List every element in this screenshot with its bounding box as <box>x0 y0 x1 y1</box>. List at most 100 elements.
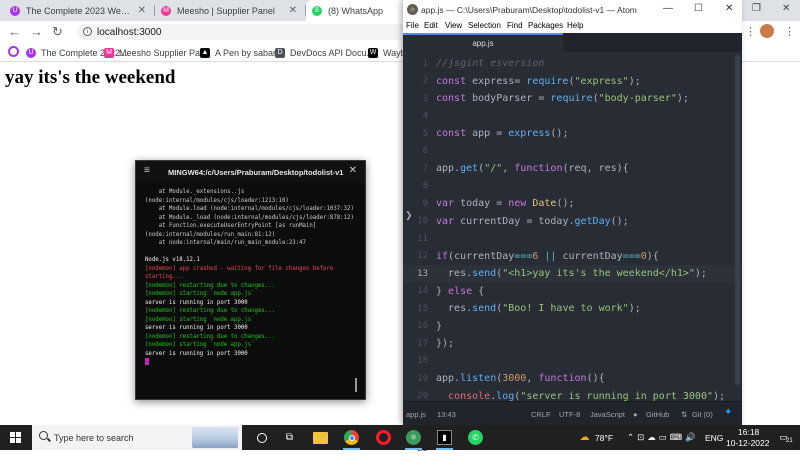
chrome-menu-icon[interactable]: ⋮ <box>784 25 795 39</box>
bookmark-item[interactable]: ▲ A Pen by sabari <box>200 45 278 60</box>
status-git[interactable]: Git (0) <box>692 410 713 419</box>
menu-selection[interactable]: Selection <box>468 21 501 30</box>
git-bash-icon[interactable]: ▮ <box>437 430 452 445</box>
terminal-line: [nodemon] starting `node app.js` <box>145 316 255 323</box>
code-line[interactable]: 10 var currentDay = today.getDay(); <box>403 213 742 231</box>
weather-icon[interactable]: ☁ <box>577 430 592 445</box>
close-tab-icon[interactable]: ✕ <box>138 5 146 16</box>
terminal-line: at Function.executeUserEntryPoint [as ru… <box>145 223 320 238</box>
code-line[interactable]: 6 <box>403 143 742 161</box>
menu-packages[interactable]: Packages <box>528 21 563 30</box>
code-line[interactable]: 17}); <box>403 335 742 353</box>
close-window-icon[interactable]: ✕ <box>782 3 790 14</box>
browser-tab[interactable]: U The Complete 2023 Web Develop ✕ <box>4 0 152 21</box>
code-editor[interactable]: 1 //jsgint esversion 2 const express= requi… <box>403 52 742 454</box>
close-tab-icon[interactable]: ✕ <box>289 5 297 16</box>
code-line[interactable]: 3 const bodyParser = require("body-parser… <box>403 90 742 108</box>
bookmark-item[interactable]: M Meesho Supplier Pa... <box>104 45 208 60</box>
git-icon[interactable]: ⇅ <box>681 410 687 419</box>
git-bash-terminal-window[interactable]: ≡ MINGW64:/c/Users/Praburam/Desktop/todo… <box>135 160 366 400</box>
code-token: new <box>508 198 533 210</box>
code-line[interactable]: 19 app.listen(3000, function(){ <box>403 370 742 388</box>
code-line[interactable]: 1 //jsgint esversion <box>403 55 742 73</box>
file-explorer-icon[interactable] <box>313 432 328 444</box>
language-indicator[interactable]: ENG <box>705 433 723 443</box>
opera-icon[interactable] <box>376 430 391 445</box>
maximize-icon[interactable]: ☐ <box>694 3 703 14</box>
site-info-icon[interactable]: i <box>83 27 92 36</box>
terminal-line: Node.js v18.12.1 <box>145 257 200 263</box>
chrome-icon[interactable] <box>344 430 359 445</box>
cortana-icon[interactable] <box>254 430 269 445</box>
menu-edit[interactable]: Edit <box>424 21 438 30</box>
hamburger-menu-icon[interactable]: ≡ <box>144 165 150 176</box>
code-line[interactable]: 18 <box>403 353 742 371</box>
status-file[interactable]: app.js <box>406 410 426 419</box>
code-token: (); <box>556 198 575 210</box>
line-number: 20 <box>417 391 428 402</box>
code-line[interactable]: 11 <box>403 230 742 248</box>
restore-window-icon[interactable]: ❐ <box>752 3 761 14</box>
profile-avatar[interactable] <box>760 24 774 38</box>
code-line[interactable]: 5 const app = express(); <box>403 125 742 143</box>
code-line[interactable]: 13 res.send("<h1>yay its's the weekend</… <box>403 265 742 283</box>
url-text: localhost:3000 <box>97 26 162 38</box>
menu-find[interactable]: Find <box>507 21 523 30</box>
code-line[interactable]: 15 res.send("Boo! I have to work"); <box>403 300 742 318</box>
atom-titlebar[interactable]: ⚛ app.js — C:\Users\Praburam\Desktop\tod… <box>403 0 742 19</box>
code-line[interactable]: 12 if(currentDay===6 || currentDay===0){ <box>403 248 742 266</box>
browser-tab[interactable]: M Meesho | Supplier Panel ✕ <box>155 0 303 21</box>
github-icon[interactable]: ● <box>633 410 638 419</box>
task-view-icon[interactable]: ⧉ <box>282 430 297 445</box>
tray-icons[interactable]: ⌃⊡☁▭⌨🔊 <box>627 432 699 443</box>
code-token: res. <box>436 303 473 315</box>
code-text: res.send("Boo! I have to work"); <box>436 303 641 314</box>
status-cursor-position[interactable]: 13:43 <box>437 410 456 419</box>
weather-temp[interactable]: 78°F <box>595 433 613 443</box>
apps-icon[interactable] <box>8 46 19 57</box>
code-line[interactable]: 4 <box>403 108 742 126</box>
bookmark-item[interactable]: D DevDocs API Docu... <box>275 45 374 60</box>
code-line[interactable]: 16} <box>403 318 742 336</box>
line-number: 7 <box>422 163 428 174</box>
code-line[interactable]: 14} else { <box>403 283 742 301</box>
status-github[interactable]: GitHub <box>646 410 669 419</box>
bird-icon[interactable]: ✦ <box>724 407 732 418</box>
clock-time[interactable]: 16:18 <box>738 427 759 437</box>
back-arrow-icon[interactable]: ← <box>8 25 21 39</box>
menu-view[interactable]: View <box>445 21 462 30</box>
close-icon[interactable]: ✕ <box>725 3 733 14</box>
menu-help[interactable]: Help <box>567 21 583 30</box>
code-token: ); <box>628 75 641 87</box>
windows-start-icon[interactable] <box>10 432 21 443</box>
editor-tab-app-js[interactable]: app.js <box>403 33 563 52</box>
code-token: } <box>436 320 443 332</box>
udemy-icon: U <box>26 47 36 58</box>
status-encoding[interactable]: UTF-8 <box>559 410 580 419</box>
forward-arrow-icon[interactable]: → <box>30 25 43 39</box>
bookmark-item[interactable]: W Wayb <box>368 45 406 60</box>
terminal-output[interactable]: at Module._extensions..js (node:internal… <box>145 188 359 367</box>
code-line[interactable]: 2 const express= require("express"); <box>403 73 742 91</box>
close-icon[interactable]: ✕ <box>349 165 357 176</box>
kebab-menu-icon[interactable]: ⋮ <box>745 25 756 39</box>
code-line[interactable]: 9 var today = new Date(); <box>403 195 742 213</box>
browser-tab-active[interactable]: 8 (8) WhatsApp <box>306 0 406 21</box>
terminal-scrollbar[interactable] <box>355 378 357 392</box>
code-text: } else { <box>436 286 484 297</box>
terminal-titlebar[interactable]: ≡ MINGW64:/c/Users/Praburam/Desktop/todo… <box>136 161 365 183</box>
fold-arrow-icon[interactable]: ❯ <box>405 210 413 221</box>
minimize-icon[interactable]: — <box>663 3 673 14</box>
code-line[interactable]: 8 <box>403 178 742 196</box>
editor-scrollbar[interactable] <box>735 55 740 385</box>
taskbar-search[interactable]: Type here to search <box>32 425 242 450</box>
atom-taskbar-icon[interactable]: ⚛ <box>406 430 421 445</box>
clock-date[interactable]: 10-12-2022 <box>726 438 769 448</box>
code-line[interactable]: 7 app.get("/", function(req, res){ <box>403 160 742 178</box>
menu-file[interactable]: File <box>406 21 419 30</box>
status-grammar[interactable]: JavaScript <box>590 410 625 419</box>
line-number: 9 <box>422 198 428 209</box>
reload-icon[interactable]: ↻ <box>52 25 63 39</box>
whatsapp-taskbar-icon[interactable]: ✆ <box>468 430 483 445</box>
status-line-ending[interactable]: CRLF <box>531 410 551 419</box>
